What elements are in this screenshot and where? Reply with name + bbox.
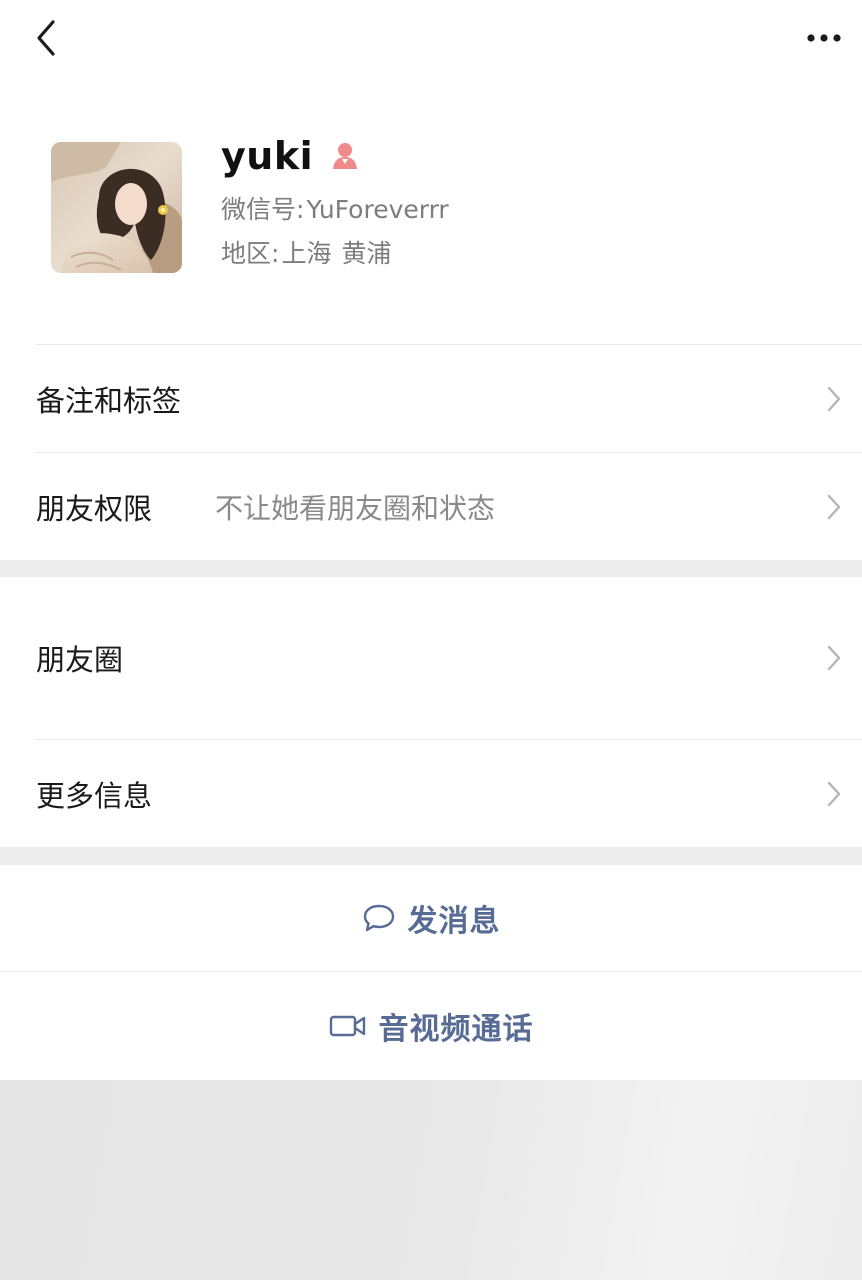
wechat-id-value[interactable]: YuForeverrr — [306, 195, 448, 224]
audio-video-call-label: 音视频通话 — [378, 1012, 534, 1047]
friend-permissions-value: 不让她看朋友圈和状态 — [215, 491, 496, 525]
send-message-button[interactable]: 发消息 — [0, 865, 862, 971]
moments-row[interactable]: 朋友圈 — [0, 577, 862, 739]
audio-video-call-content: 音视频通话 — [329, 1004, 534, 1048]
chevron-right-icon — [824, 778, 844, 810]
region-district: 黄浦 — [341, 239, 392, 268]
back-button[interactable] — [24, 14, 68, 62]
friend-permissions-label: 朋友权限 — [36, 491, 153, 526]
audio-video-call-button[interactable]: 音视频通话 — [0, 972, 862, 1080]
region-city: 上海 — [281, 239, 332, 268]
remarks-tags-label: 备注和标签 — [36, 384, 182, 418]
empty-background — [0, 1080, 862, 1280]
more-options-button[interactable] — [798, 18, 850, 58]
chevron-right-icon — [824, 383, 844, 415]
ellipsis-icon — [807, 34, 841, 42]
top-bar — [0, 0, 862, 80]
chevron-left-icon — [37, 20, 55, 56]
video-camera-icon — [329, 1013, 367, 1039]
settings-group-2: 朋友圈 更多信息 — [0, 577, 862, 847]
name-row: yuki — [221, 132, 361, 180]
contact-profile-screen: yuki 微信号:YuForeverrr 地区:上海 黄浦 备注和标签 朋友权限… — [0, 0, 862, 1280]
region-label: 地区: — [221, 239, 280, 268]
wechat-id-label: 微信号: — [221, 195, 305, 224]
female-person-icon — [329, 140, 361, 172]
send-message-label: 发消息 — [407, 904, 501, 939]
remarks-tags-row[interactable]: 备注和标签 — [0, 345, 862, 453]
more-info-label: 更多信息 — [36, 778, 153, 813]
chevron-right-icon — [824, 642, 844, 674]
settings-group-1: 备注和标签 朋友权限 不让她看朋友圈和状态 — [0, 345, 862, 560]
moments-label: 朋友圈 — [36, 643, 124, 677]
avatar-photo — [51, 142, 182, 273]
send-message-content: 发消息 — [362, 896, 501, 940]
chevron-right-icon — [824, 491, 844, 523]
contact-name: yuki — [221, 134, 314, 178]
chat-bubble-icon — [362, 903, 396, 933]
region-line: 地区:上海 黄浦 — [221, 236, 391, 272]
avatar[interactable] — [51, 142, 182, 273]
friend-permissions-row[interactable]: 朋友权限 不让她看朋友圈和状态 — [0, 453, 862, 560]
wechat-id-line: 微信号:YuForeverrr — [221, 192, 449, 228]
profile-header: yuki 微信号:YuForeverrr 地区:上海 黄浦 — [0, 80, 862, 345]
more-info-row[interactable]: 更多信息 — [0, 740, 862, 847]
